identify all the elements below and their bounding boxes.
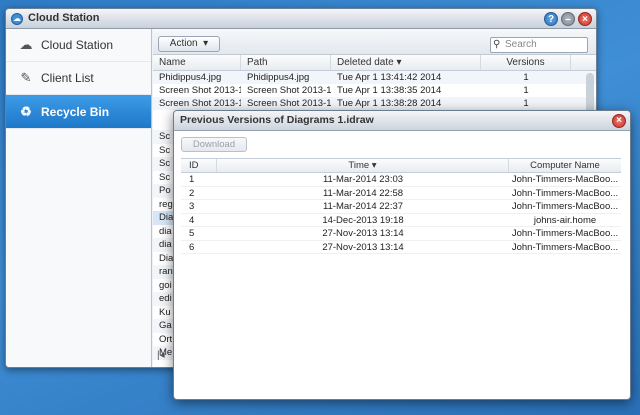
- column-header-id[interactable]: ID: [181, 159, 217, 172]
- table-row[interactable]: 4 14-Dec-2013 19:18 johns-air.home: [181, 214, 621, 227]
- cell-id: 2: [189, 187, 195, 199]
- cell-computer: John-Timmers-MacBoo...: [511, 228, 619, 239]
- minimize-button[interactable]: –: [561, 12, 575, 26]
- cell-computer: John-Timmers-MacBoo...: [511, 241, 619, 253]
- dialog-title: Previous Versions of Diagrams 1.idraw: [180, 114, 374, 126]
- cell-time: 11-Mar-2014 22:37: [322, 201, 404, 212]
- table-row[interactable]: 1 11-Mar-2014 23:03 John-Timmers-MacBoo.…: [181, 173, 621, 187]
- cell-computer: John-Timmers-MacBoo...: [511, 174, 619, 185]
- recycle-bin-icon: ♻: [20, 103, 32, 119]
- cell-path: Screen Shot 2013-10...: [247, 85, 331, 96]
- cell-path: Phidippus4.jpg: [247, 72, 310, 83]
- cell-id: 5: [189, 228, 195, 239]
- cell-name: Screen Shot 2013-10...: [159, 85, 241, 96]
- sidebar-item-label: Client List: [41, 71, 94, 85]
- time-label: Time: [348, 160, 370, 171]
- cell-versions: 1: [523, 72, 529, 83]
- sidebar-item-client-list[interactable]: ✎ Client List: [6, 62, 151, 95]
- cloud-app-icon: ☁: [11, 13, 23, 25]
- action-dropdown-button[interactable]: Action ▾: [158, 36, 220, 52]
- deleted-date-label: Deleted date: [337, 57, 394, 68]
- previous-versions-dialog: Previous Versions of Diagrams 1.idraw × …: [173, 110, 631, 400]
- sidebar: ☁ Cloud Station ✎ Client List ♻ Recycle …: [6, 29, 152, 367]
- table-row[interactable]: Phidippus4.jpg Phidippus4.jpg Tue Apr 1 …: [153, 71, 596, 84]
- close-button[interactable]: ×: [578, 12, 592, 26]
- column-header-path[interactable]: Path: [241, 55, 331, 70]
- table-row[interactable]: Screen Shot 2013-10... Screen Shot 2013-…: [153, 84, 596, 97]
- cell-name: Phidippus4.jpg: [159, 72, 222, 83]
- column-header-computer-name[interactable]: Computer Name: [509, 159, 621, 172]
- action-label: Action: [169, 38, 198, 49]
- cloud-icon: ☁: [19, 37, 33, 52]
- window-title: Cloud Station: [28, 12, 100, 24]
- chevron-down-icon: ▾: [200, 38, 209, 49]
- versions-table: ID Time ▾ Computer Name 1 11-Mar-2014 23…: [181, 158, 621, 254]
- cell-time: 27-Nov-2013 13:14: [322, 228, 404, 239]
- sort-desc-icon: ▾: [369, 160, 377, 171]
- client-list-icon: ✎: [20, 70, 32, 85]
- cell-deleted-date: Tue Apr 1 13:38:35 2014: [337, 85, 442, 96]
- table-row[interactable]: Screen Shot 2013-10... Screen Shot 2013-…: [153, 97, 596, 110]
- column-header-versions[interactable]: Versions: [481, 55, 571, 70]
- cell-computer: John-Timmers-MacBoo...: [511, 201, 619, 212]
- cell-id: 6: [189, 241, 195, 253]
- sidebar-item-recycle-bin[interactable]: ♻ Recycle Bin: [6, 95, 151, 129]
- cell-time: 11-Mar-2014 22:58: [322, 187, 404, 199]
- sidebar-item-cloud-station[interactable]: ☁ Cloud Station: [6, 29, 151, 62]
- cell-deleted-date: Tue Apr 1 13:38:28 2014: [337, 98, 442, 109]
- cell-computer: johns-air.home: [533, 214, 597, 226]
- first-page-button[interactable]: |◂: [157, 350, 165, 361]
- cell-time: 11-Mar-2014 23:03: [322, 174, 404, 185]
- cell-id: 3: [189, 201, 195, 212]
- sidebar-item-label: Cloud Station: [41, 38, 114, 52]
- help-button[interactable]: ?: [544, 12, 558, 26]
- search-icon: ⚲: [493, 39, 501, 50]
- cell-versions: 1: [523, 85, 529, 96]
- cell-time: 27-Nov-2013 13:14: [322, 241, 404, 253]
- window-titlebar[interactable]: ☁ Cloud Station ? – ×: [6, 9, 596, 29]
- column-header-deleted-date[interactable]: Deleted date ▾: [331, 55, 481, 70]
- cell-computer: John-Timmers-MacBoo...: [511, 187, 619, 199]
- sidebar-item-label: Recycle Bin: [41, 104, 110, 119]
- cell-id: 1: [189, 174, 195, 185]
- table-row[interactable]: 6 27-Nov-2013 13:14 John-Timmers-MacBoo.…: [181, 241, 621, 254]
- search-input[interactable]: ⚲ Search: [490, 37, 588, 53]
- dialog-toolbar: Download: [174, 131, 630, 157]
- sort-desc-icon: ▾: [393, 57, 402, 68]
- table-header: Name Path Deleted date ▾ Versions: [153, 55, 596, 71]
- cell-time: 14-Dec-2013 19:18: [322, 214, 404, 226]
- cell-deleted-date: Tue Apr 1 13:41:42 2014: [337, 72, 442, 83]
- table-row[interactable]: 2 11-Mar-2014 22:58 John-Timmers-MacBoo.…: [181, 187, 621, 200]
- download-button[interactable]: Download: [181, 137, 247, 152]
- table-body: Phidippus4.jpg Phidippus4.jpg Tue Apr 1 …: [153, 71, 596, 110]
- search-placeholder: Search: [505, 39, 537, 50]
- dialog-titlebar[interactable]: Previous Versions of Diagrams 1.idraw ×: [174, 111, 630, 131]
- table-row[interactable]: 5 27-Nov-2013 13:14 John-Timmers-MacBoo.…: [181, 227, 621, 241]
- column-header-time[interactable]: Time ▾: [217, 159, 509, 172]
- cell-id: 4: [189, 214, 195, 226]
- cell-path: Screen Shot 2013-10...: [247, 98, 331, 109]
- versions-table-header: ID Time ▾ Computer Name: [181, 158, 621, 173]
- main-toolbar: Action ▾ ⚲ Search: [153, 29, 596, 55]
- table-row[interactable]: 3 11-Mar-2014 22:37 John-Timmers-MacBoo.…: [181, 200, 621, 214]
- cell-versions: 1: [523, 98, 529, 109]
- cell-name: Screen Shot 2013-10...: [159, 98, 241, 109]
- dialog-close-button[interactable]: ×: [612, 114, 626, 128]
- column-header-name[interactable]: Name: [153, 55, 241, 70]
